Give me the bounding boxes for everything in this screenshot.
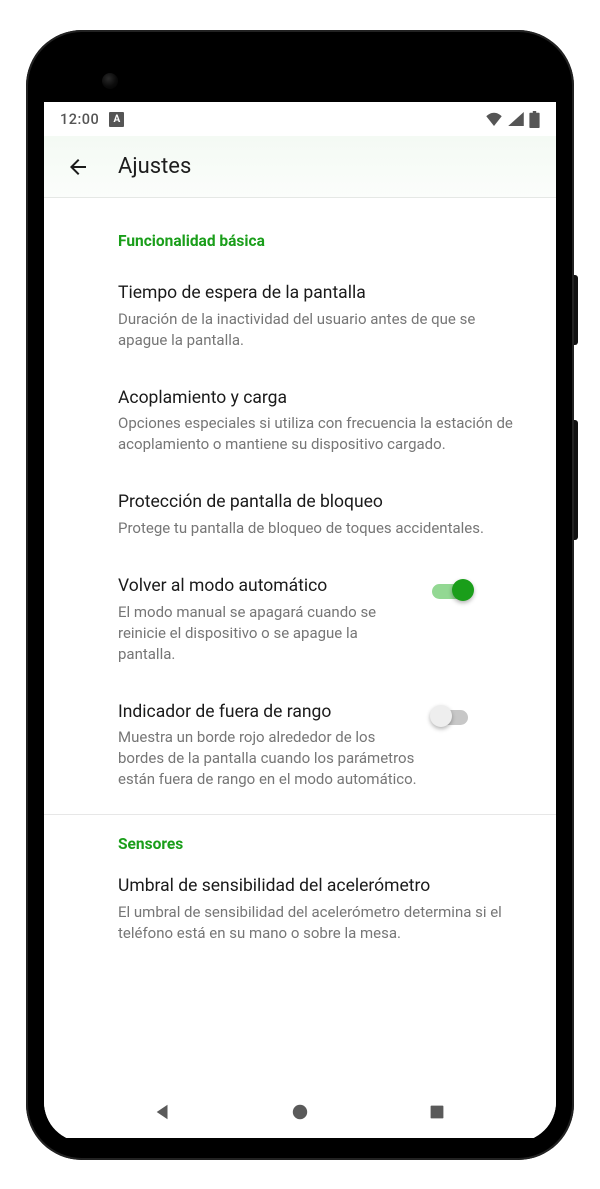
status-right bbox=[485, 111, 540, 128]
setting-desc: Duración de la inactividad del usuario a… bbox=[118, 309, 526, 351]
toggle-out-of-range-indicator[interactable] bbox=[432, 705, 472, 729]
section-label-basic: Funcionalidad básica bbox=[44, 212, 556, 264]
nav-home-button[interactable] bbox=[268, 1092, 332, 1132]
page-title: Ajustes bbox=[118, 154, 191, 179]
section-label-sensors: Sensores bbox=[44, 815, 556, 867]
battery-icon bbox=[529, 111, 540, 128]
setting-desc: El modo manual se apagará cuando se rein… bbox=[118, 602, 418, 665]
setting-accelerometer-threshold[interactable]: Umbral de sensibilidad del acelerómetro … bbox=[44, 867, 556, 962]
screen: 12:00 A Ajustes Funcionalidad básica bbox=[44, 102, 556, 1138]
setting-title: Acoplamiento y carga bbox=[118, 387, 526, 411]
navigation-bar bbox=[44, 1086, 556, 1138]
nav-back-button[interactable] bbox=[131, 1092, 195, 1132]
screen-wrap: 12:00 A Ajustes Funcionalidad básica bbox=[44, 48, 556, 1142]
setting-title: Umbral de sensibilidad del acelerómetro bbox=[118, 875, 526, 899]
phone-frame: 12:00 A Ajustes Funcionalidad básica bbox=[26, 30, 574, 1160]
status-time: 12:00 bbox=[60, 111, 99, 128]
setting-desc: El umbral de sensibilidad del acelerómet… bbox=[118, 902, 526, 944]
setting-title: Volver al modo automático bbox=[118, 575, 418, 599]
setting-out-of-range-indicator[interactable]: Indicador de fuera de rango Muestra un b… bbox=[44, 683, 556, 809]
setting-title: Tiempo de espera de la pantalla bbox=[118, 282, 526, 306]
nav-recents-button[interactable] bbox=[405, 1092, 469, 1132]
square-recents-icon bbox=[429, 1104, 445, 1120]
toggle-return-auto-mode[interactable] bbox=[432, 579, 472, 603]
setting-lockscreen-protection[interactable]: Protección de pantalla de bloqueo Proteg… bbox=[44, 473, 556, 557]
setting-desc: Muestra un borde rojo alrededor de los b… bbox=[118, 727, 418, 790]
setting-docking-charging[interactable]: Acoplamiento y carga Opciones especiales… bbox=[44, 369, 556, 474]
switch-thumb bbox=[452, 579, 474, 601]
back-button[interactable] bbox=[56, 145, 100, 189]
switch-thumb bbox=[430, 705, 452, 727]
circle-home-icon bbox=[291, 1103, 309, 1121]
wifi-icon bbox=[485, 112, 503, 126]
setting-title: Indicador de fuera de rango bbox=[118, 701, 418, 725]
setting-title: Protección de pantalla de bloqueo bbox=[118, 491, 526, 515]
setting-return-auto-mode[interactable]: Volver al modo automático El modo manual… bbox=[44, 557, 556, 683]
hardware-button bbox=[574, 275, 578, 345]
cell-signal-icon bbox=[508, 112, 524, 126]
hardware-button bbox=[574, 420, 578, 540]
keyboard-indicator-icon: A bbox=[109, 112, 124, 127]
settings-content[interactable]: Funcionalidad básica Tiempo de espera de… bbox=[44, 198, 556, 1086]
status-bar: 12:00 A bbox=[44, 102, 556, 136]
front-camera bbox=[102, 73, 118, 89]
setting-screen-timeout[interactable]: Tiempo de espera de la pantalla Duración… bbox=[44, 264, 556, 369]
setting-desc: Opciones especiales si utiliza con frecu… bbox=[118, 413, 526, 455]
triangle-back-icon bbox=[154, 1103, 172, 1121]
app-bar: Ajustes bbox=[44, 136, 556, 198]
arrow-back-icon bbox=[66, 155, 90, 179]
setting-desc: Protege tu pantalla de bloqueo de toques… bbox=[118, 518, 526, 539]
